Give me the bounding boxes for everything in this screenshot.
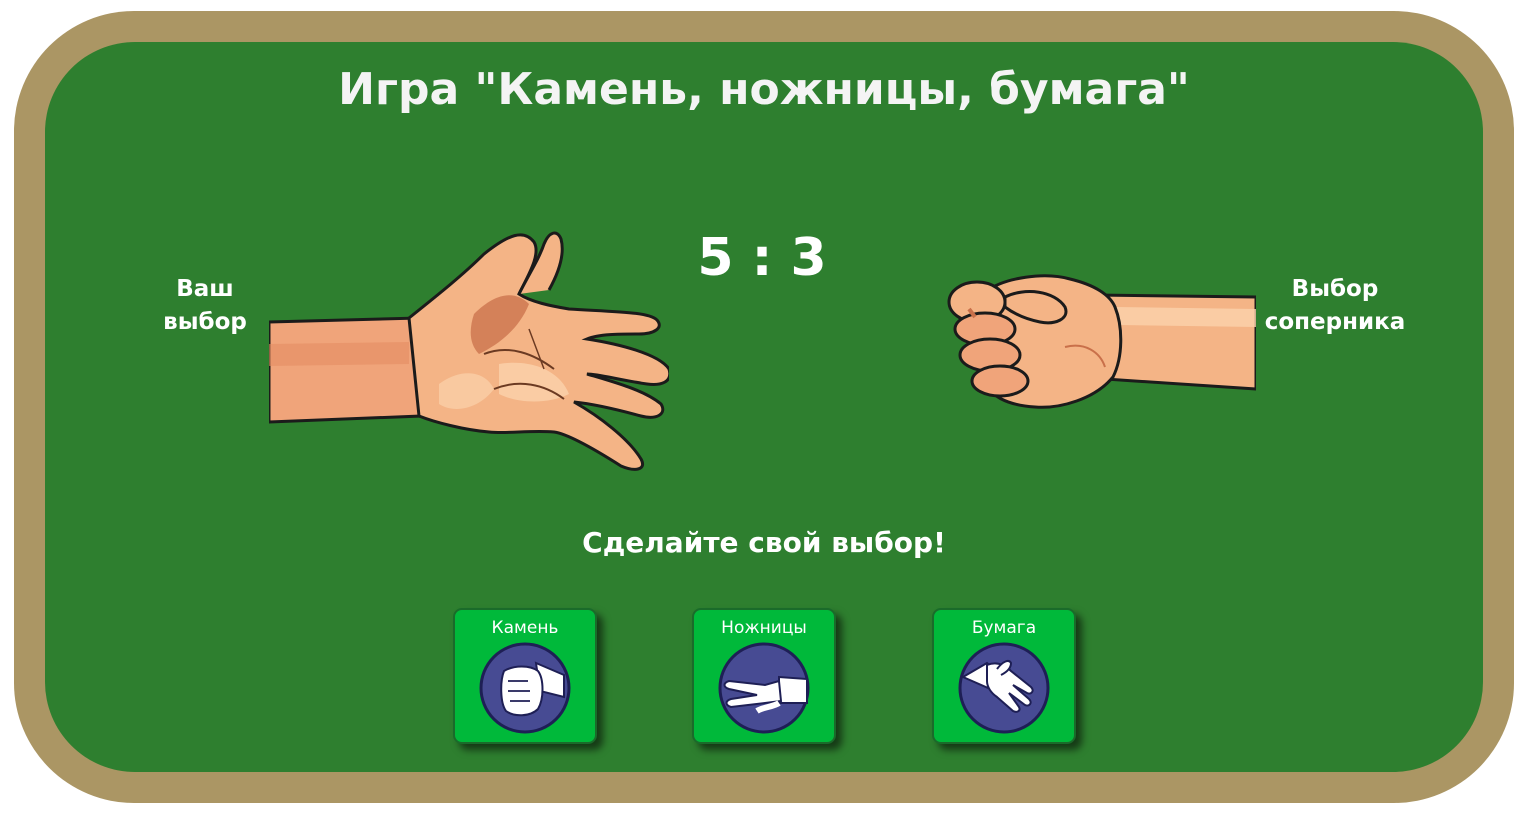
player-choice-label: Ваш выбор xyxy=(135,273,275,339)
choose-paper-button[interactable]: Бумага xyxy=(932,608,1076,744)
scissors-hand-icon xyxy=(718,642,810,734)
choose-rock-button[interactable]: Камень xyxy=(453,608,597,744)
opponent-choice-label: Выбор соперника xyxy=(1255,273,1415,339)
choose-rock-label: Камень xyxy=(491,618,559,638)
opponent-label-line1: Выбор xyxy=(1291,276,1379,302)
opponent-label-line2: соперника xyxy=(1264,309,1406,335)
rock-fist-icon xyxy=(479,642,571,734)
game-frame: Игра "Камень, ножницы, бумага" Ваш выбор… xyxy=(14,11,1514,803)
paper-hand-icon xyxy=(958,642,1050,734)
game-board: Игра "Камень, ножницы, бумага" Ваш выбор… xyxy=(45,42,1483,772)
page-title: Игра "Камень, ножницы, бумага" xyxy=(338,64,1190,115)
choose-scissors-label: Ножницы xyxy=(721,618,807,638)
player-label-line2: выбор xyxy=(163,309,247,335)
player-label-line1: Ваш xyxy=(176,276,234,302)
player-hand-paper-icon xyxy=(269,231,669,471)
choose-paper-label: Бумага xyxy=(971,618,1037,638)
opponent-hand-rock-icon xyxy=(947,274,1256,409)
choice-prompt: Сделайте свой выбор! xyxy=(582,526,946,559)
choose-scissors-button[interactable]: Ножницы xyxy=(692,608,836,744)
score-display: 5 : 3 xyxy=(697,228,827,288)
